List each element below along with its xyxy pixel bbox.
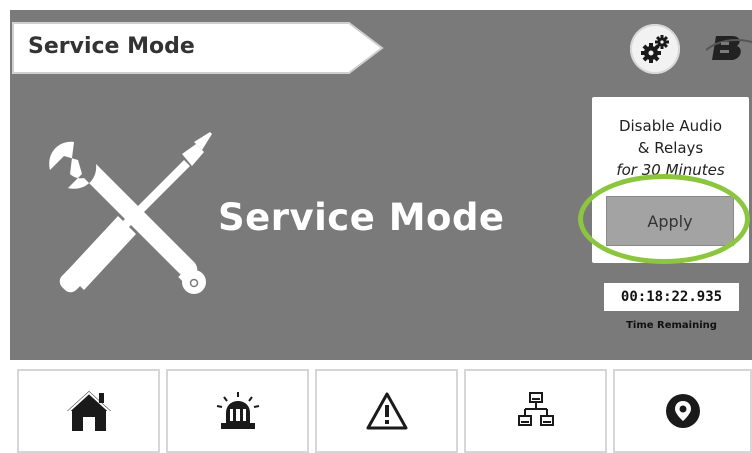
nav-home-button[interactable] — [17, 369, 160, 453]
settings-button[interactable] — [630, 24, 680, 74]
panel-line-3: for 30 Minutes — [616, 161, 725, 179]
gears-icon — [641, 35, 669, 63]
time-remaining-label: Time Remaining — [626, 320, 717, 331]
countdown-timer: 00:18:22.935 — [604, 283, 739, 311]
panel-line-1: Disable Audio — [618, 117, 723, 135]
nav-alarm-button[interactable] — [166, 369, 309, 453]
location-pin-icon — [665, 394, 700, 428]
network-icon — [517, 392, 554, 426]
page-title: Service Mode — [28, 34, 195, 59]
apply-button[interactable]: Apply — [606, 196, 734, 246]
alarm-beacon-icon — [216, 392, 259, 429]
nav-network-button[interactable] — [464, 369, 607, 453]
warning-icon — [366, 392, 407, 430]
panel-line-2: & Relays — [637, 139, 704, 157]
nav-location-button[interactable] — [613, 369, 752, 453]
brand-logo — [706, 36, 752, 60]
wrench-screwdriver-icon — [49, 132, 212, 294]
service-mode-heading: Service Mode — [218, 196, 505, 239]
title-tab: Service Mode — [12, 22, 384, 74]
home-icon — [65, 391, 112, 431]
nav-warning-button[interactable] — [315, 369, 458, 453]
